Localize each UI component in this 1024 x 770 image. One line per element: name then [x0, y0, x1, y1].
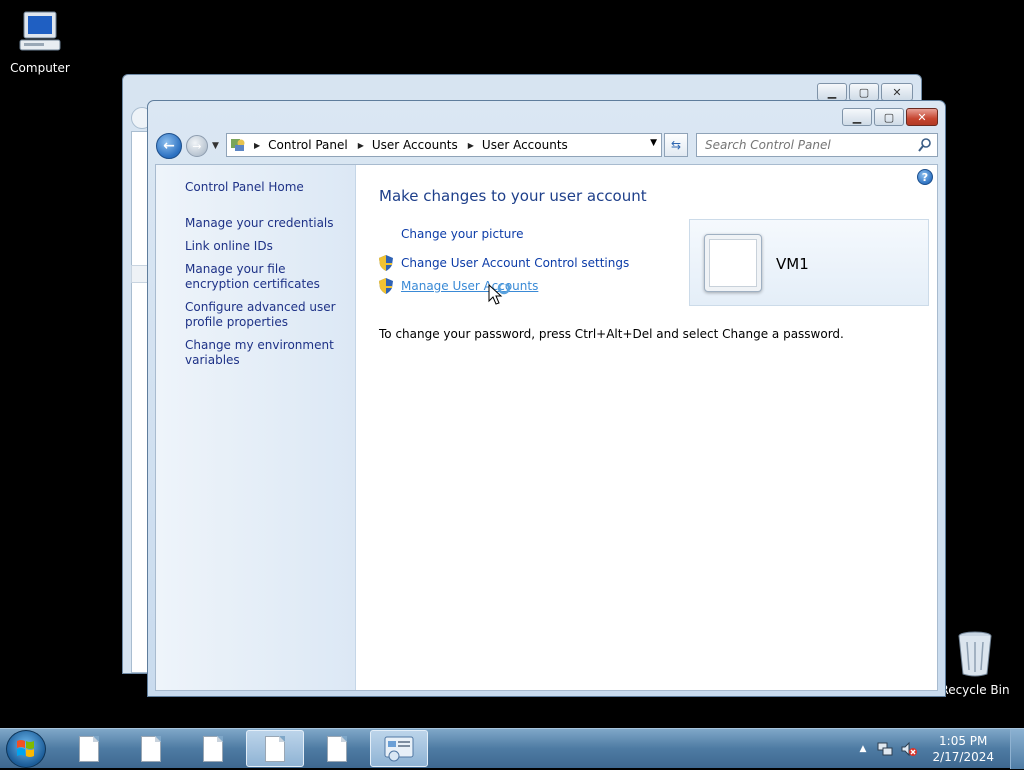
taskbar-item-document-3[interactable]: [184, 730, 242, 767]
chevron-right-icon: ▶: [254, 140, 261, 150]
document-icon: [327, 735, 347, 762]
system-tray: ▲ 1:05 PM 2/17/2024: [860, 729, 994, 769]
refresh-icon: ⇆: [670, 138, 682, 152]
recycle-bin-icon: [958, 631, 992, 677]
minimize-icon: ▁: [852, 110, 862, 124]
user-accounts-window[interactable]: ▁ ▢ ✕ ← → ▼ ▶ Control Panel ▶ User Accou…: [147, 100, 946, 697]
clock-time: 1:05 PM: [939, 734, 988, 748]
uac-shield-icon: [379, 255, 393, 271]
task-pane: Control Panel Home Manage your credentia…: [156, 165, 356, 690]
address-dropdown[interactable]: ▼: [650, 138, 657, 148]
breadcrumb-user-accounts[interactable]: User Accounts: [372, 138, 458, 152]
link-change-picture[interactable]: Change your picture: [401, 227, 523, 241]
search-input[interactable]: [703, 137, 913, 153]
uac-shield-icon: [379, 278, 393, 294]
link-change-uac-settings[interactable]: Change User Account Control settings: [401, 256, 629, 270]
taskbar: ▲ 1:05 PM 2/17/2024: [0, 728, 1024, 769]
search-icon[interactable]: [917, 137, 933, 153]
taskbar-item-document-1[interactable]: [60, 730, 118, 767]
windows-logo-icon: [17, 740, 34, 757]
network-icon[interactable]: [876, 740, 894, 758]
help-button[interactable]: ?: [917, 169, 933, 185]
link-control-panel-home[interactable]: Control Panel Home: [185, 180, 345, 195]
link-online-ids[interactable]: Link online IDs: [185, 239, 345, 254]
show-hidden-icons-button[interactable]: ▲: [860, 744, 867, 754]
start-button[interactable]: [6, 730, 46, 768]
password-instruction: To change your password, press Ctrl+Alt+…: [379, 327, 844, 341]
bg-minimize-button[interactable]: ▁: [817, 83, 847, 101]
taskbar-item-document-5[interactable]: [308, 730, 366, 767]
computer-icon: [19, 11, 61, 51]
bg-close-button[interactable]: ✕: [881, 83, 913, 101]
page-title: Make changes to your user account: [379, 187, 647, 205]
link-environment-variables[interactable]: Change my environment variables: [185, 338, 345, 368]
maximize-icon: ▢: [883, 110, 895, 124]
taskbar-item-control-panel[interactable]: [370, 730, 428, 767]
taskbar-item-document-4[interactable]: [246, 730, 304, 767]
chevron-right-icon[interactable]: ▶: [358, 141, 364, 150]
desktop-icon-label: Recycle Bin: [940, 683, 1010, 697]
document-icon: [79, 735, 99, 762]
chevron-right-icon[interactable]: ▶: [468, 141, 474, 150]
breadcrumb-user-accounts-current[interactable]: User Accounts: [482, 138, 568, 152]
control-panel-window-icon: [384, 736, 414, 761]
close-button[interactable]: ✕: [906, 108, 938, 126]
maximize-icon: ▢: [858, 85, 870, 99]
close-icon: ✕: [917, 110, 927, 124]
document-icon: [141, 735, 161, 762]
bg-maximize-button[interactable]: ▢: [849, 83, 879, 101]
link-file-encryption-certificates[interactable]: Manage your file encryption certificates: [185, 262, 345, 292]
close-icon: ✕: [892, 85, 902, 99]
taskbar-item-document-2[interactable]: [122, 730, 180, 767]
address-bar[interactable]: ▶ Control Panel ▶ User Accounts ▶ User A…: [226, 133, 662, 157]
user-tile: VM1: [689, 219, 929, 306]
back-button[interactable]: ←: [156, 133, 182, 159]
desktop-icon-label: Computer: [10, 61, 70, 75]
main-pane: ? Make changes to your user account Chan…: [356, 165, 937, 690]
clock-date: 2/17/2024: [932, 750, 994, 764]
chevron-down-icon: ▼: [212, 141, 219, 151]
navigation-toolbar: ← → ▼ ▶ Control Panel ▶ User Accounts ▶ …: [156, 133, 938, 159]
link-manage-credentials[interactable]: Manage your credentials: [185, 216, 345, 231]
minimize-icon: ▁: [827, 85, 837, 99]
document-icon: [265, 735, 285, 762]
avatar[interactable]: [704, 234, 762, 292]
desktop-icon-recycle-bin[interactable]: Recycle Bin: [935, 630, 1015, 697]
recent-pages-dropdown[interactable]: ▼: [212, 141, 219, 151]
content-area: Control Panel Home Manage your credentia…: [155, 164, 938, 691]
help-icon: ?: [921, 171, 929, 184]
control-panel-icon: [231, 139, 245, 151]
link-advanced-user-profile[interactable]: Configure advanced user profile properti…: [185, 300, 345, 330]
user-name: VM1: [776, 255, 809, 273]
document-icon: [203, 735, 223, 762]
volume-muted-icon[interactable]: [900, 740, 918, 758]
desktop-icon-computer[interactable]: Computer: [0, 8, 80, 75]
busy-cursor-icon: [488, 284, 511, 305]
refresh-button[interactable]: ⇆: [664, 133, 688, 157]
breadcrumb: ▶ Control Panel ▶ User Accounts ▶ User A…: [252, 138, 568, 152]
minimize-button[interactable]: ▁: [842, 108, 872, 126]
clock[interactable]: 1:05 PM 2/17/2024: [932, 733, 994, 765]
chevron-down-icon: ▼: [650, 138, 657, 148]
arrow-left-icon: ←: [163, 138, 175, 154]
search-box[interactable]: [696, 133, 938, 157]
forward-button[interactable]: →: [186, 135, 208, 157]
maximize-button[interactable]: ▢: [874, 108, 904, 126]
breadcrumb-control-panel[interactable]: Control Panel: [268, 138, 348, 152]
arrow-right-icon: →: [192, 139, 202, 153]
show-desktop-button[interactable]: [1010, 729, 1024, 769]
